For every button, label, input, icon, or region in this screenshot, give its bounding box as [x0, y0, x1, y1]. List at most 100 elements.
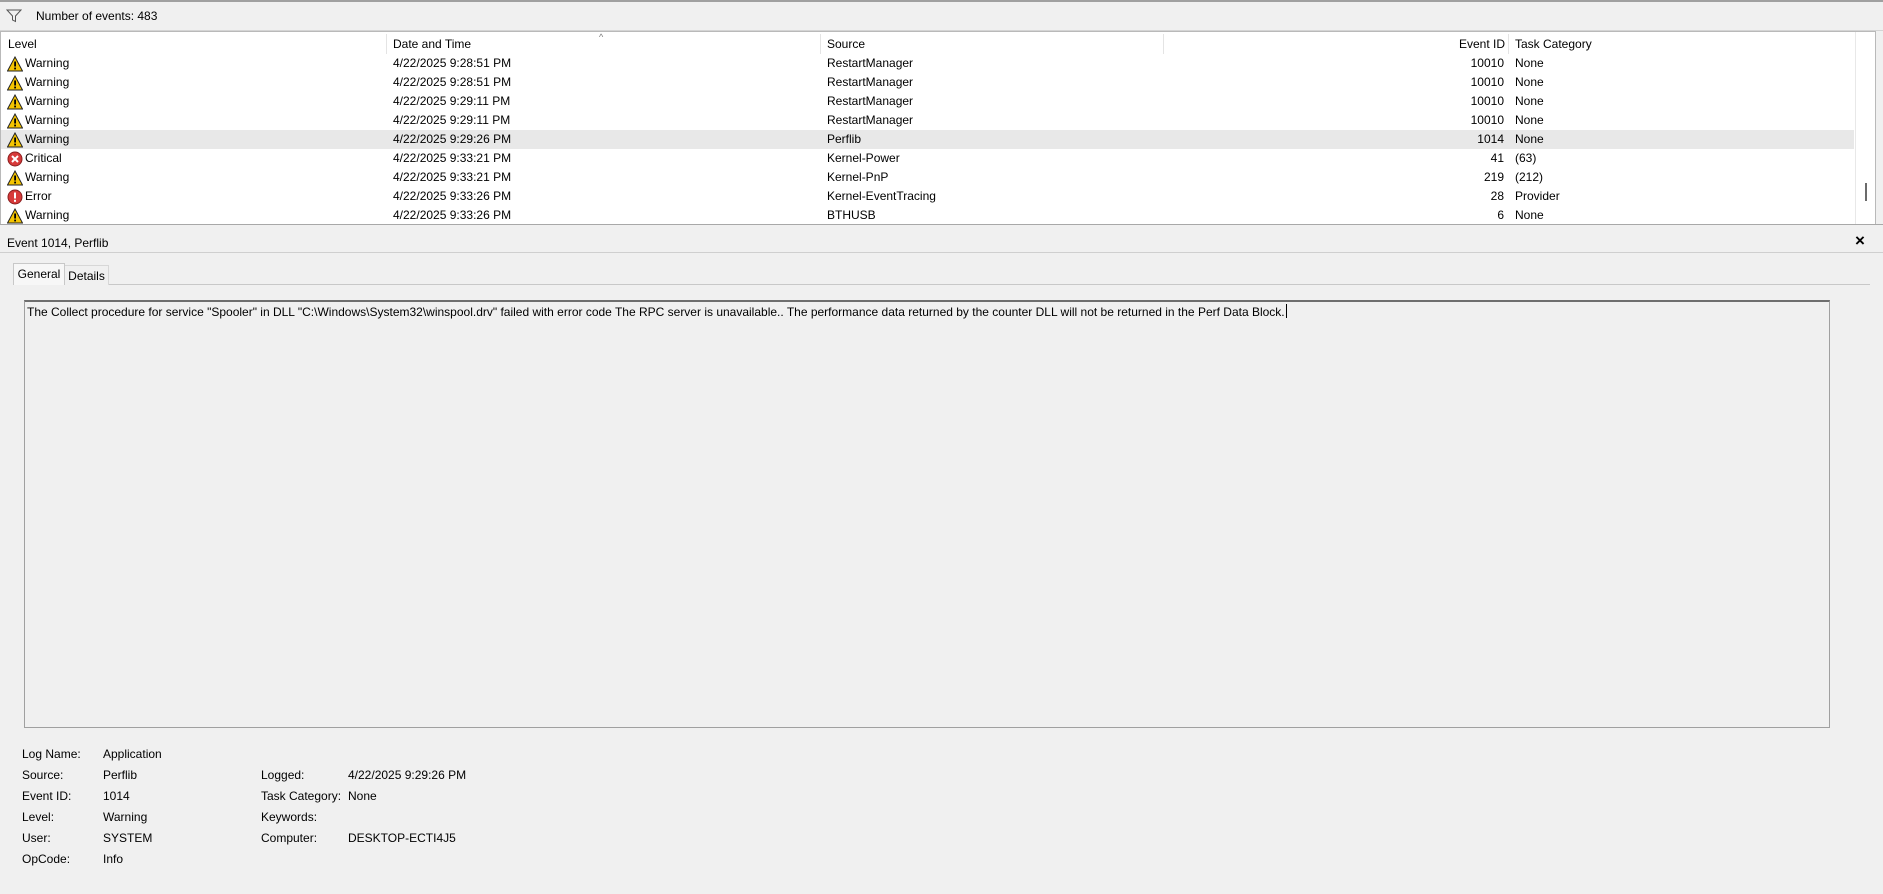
event-id-cell: 6: [1497, 208, 1504, 222]
source-value: Perflib: [103, 768, 138, 782]
task-category-value: None: [348, 789, 377, 803]
text-cursor: [1285, 304, 1287, 318]
divider: [0, 252, 1883, 253]
event-category-cell: None: [1515, 56, 1544, 70]
event-level-cell: Error: [25, 189, 52, 203]
event-id-cell: 41: [1490, 151, 1504, 165]
event-category-cell: (212): [1515, 170, 1544, 184]
event-date-cell: 4/22/2025 9:33:26 PM: [393, 189, 512, 203]
event-description-value: The Collect procedure for service "Spool…: [27, 305, 1285, 319]
event-count-label: Number of events: 483: [36, 9, 158, 23]
event-description-box[interactable]: [24, 300, 1830, 728]
logged-label: Logged:: [261, 768, 305, 782]
sort-ascending-icon: ^: [599, 32, 604, 42]
event-detail-title: Event 1014, Perflib: [7, 236, 109, 250]
tab-general[interactable]: General: [13, 263, 65, 285]
event-category-cell: None: [1515, 94, 1544, 108]
event-date-cell: 4/22/2025 9:33:21 PM: [393, 170, 512, 184]
column-header-row: Level Date and Time ^ Source Event ID Ta…: [1, 32, 1854, 54]
event-date-cell: 4/22/2025 9:33:21 PM: [393, 151, 512, 165]
close-icon[interactable]: ×: [1850, 231, 1870, 251]
event-date-cell: 4/22/2025 9:33:26 PM: [393, 208, 512, 222]
event-category-cell: None: [1515, 113, 1544, 127]
event-category-cell: None: [1515, 208, 1544, 222]
events-list[interactable]: Level Date and Time ^ Source Event ID Ta…: [0, 31, 1876, 225]
event-source-cell: BTHUSB: [827, 208, 876, 222]
event-id-value: 1014: [103, 789, 130, 803]
event-date-cell: 4/22/2025 9:29:26 PM: [393, 132, 512, 146]
events-summary-bar: Number of events: 483: [0, 2, 1883, 31]
event-category-cell: None: [1515, 132, 1544, 146]
events-list-scrollbar[interactable]: [1855, 32, 1875, 224]
level-value: Warning: [103, 810, 148, 824]
event-category-cell: (63): [1515, 151, 1537, 165]
event-level-cell: Warning: [25, 208, 70, 222]
critical-icon: [7, 151, 23, 167]
event-source-cell: Perflib: [827, 132, 862, 146]
table-row[interactable]: Critical 4/22/2025 9:33:21 PM Kernel-Power…: [1, 149, 1854, 168]
column-header-event-id[interactable]: Event ID: [1163, 32, 1505, 54]
event-description-text[interactable]: The Collect procedure for service "Spool…: [27, 304, 1287, 319]
event-level-cell: Warning: [25, 75, 70, 89]
error-icon: [7, 189, 23, 205]
warning-icon: [6, 112, 24, 129]
pane-splitter[interactable]: [0, 224, 1883, 233]
event-source-cell: RestartManager: [827, 113, 914, 127]
table-row[interactable]: Warning 4/22/2025 9:29:11 PM RestartManage…: [1, 92, 1854, 111]
table-row[interactable]: Warning 4/22/2025 9:28:51 PM RestartManage…: [1, 73, 1854, 92]
event-source-cell: RestartManager: [827, 56, 914, 70]
source-label: Source:: [22, 768, 64, 782]
warning-icon: [6, 74, 24, 91]
warning-icon: [6, 93, 24, 110]
computer-value: DESKTOP-ECTI4J5: [348, 831, 456, 845]
event-level-cell: Warning: [25, 56, 70, 70]
table-row[interactable]: Warning 4/22/2025 9:29:11 PM RestartManage…: [1, 111, 1854, 130]
user-value: SYSTEM: [103, 831, 153, 845]
event-category-cell: None: [1515, 75, 1544, 89]
log-name-label: Log Name:: [22, 747, 81, 761]
event-id-cell: 219: [1483, 170, 1504, 184]
table-row[interactable]: Warning 4/22/2025 9:28:51 PM RestartManage…: [1, 54, 1854, 73]
event-source-cell: Kernel-PnP: [827, 170, 889, 184]
event-level-cell: Warning: [25, 113, 70, 127]
log-name-value: Application: [103, 747, 162, 761]
computer-label: Computer:: [261, 831, 318, 845]
event-id-cell: 1014: [1477, 132, 1504, 146]
table-row[interactable]: Error 4/22/2025 9:33:26 PM Kernel-EventTra…: [1, 187, 1854, 206]
warning-icon: [6, 207, 24, 224]
warning-icon: [6, 169, 24, 186]
event-date-cell: 4/22/2025 9:28:51 PM: [393, 75, 512, 89]
event-date-cell: 4/22/2025 9:28:51 PM: [393, 56, 512, 70]
event-id-cell: 10010: [1470, 75, 1504, 89]
logged-value: 4/22/2025 9:29:26 PM: [348, 768, 467, 782]
filter-icon[interactable]: [6, 9, 22, 23]
table-row[interactable]: Warning 4/22/2025 9:29:26 PM Perflib 1014 No…: [1, 130, 1854, 149]
event-date-cell: 4/22/2025 9:29:11 PM: [393, 94, 511, 108]
column-header-task-category[interactable]: Task Category: [1508, 32, 1853, 54]
event-category-cell: Provider: [1515, 189, 1560, 203]
table-row[interactable]: Warning 4/22/2025 9:33:26 PM BTHUSB 6 None: [1, 206, 1854, 224]
task-category-label: Task Category:: [261, 789, 342, 803]
event-id-cell: 28: [1490, 189, 1504, 203]
level-label: Level:: [22, 810, 55, 824]
warning-icon: [6, 55, 24, 72]
event-source-cell: RestartManager: [827, 75, 914, 89]
column-header-level[interactable]: Level: [1, 32, 386, 54]
scrollbar-thumb[interactable]: [1865, 183, 1867, 201]
event-id-cell: 10010: [1470, 94, 1504, 108]
event-level-cell: Warning: [25, 94, 70, 108]
event-id-cell: 10010: [1470, 56, 1504, 70]
opcode-value: Info: [103, 852, 124, 866]
event-id-cell: 10010: [1470, 113, 1504, 127]
event-source-cell: RestartManager: [827, 94, 914, 108]
user-label: User:: [22, 831, 51, 845]
tab-details[interactable]: Details: [65, 265, 109, 285]
event-id-label: Event ID:: [22, 789, 72, 803]
event-date-cell: 4/22/2025 9:29:11 PM: [393, 113, 511, 127]
event-level-cell: Warning: [25, 132, 70, 146]
column-header-source[interactable]: Source: [820, 32, 1163, 54]
warning-icon: [6, 131, 24, 148]
table-row[interactable]: Warning 4/22/2025 9:33:21 PM Kernel-PnP 219…: [1, 168, 1854, 187]
event-source-cell: Kernel-Power: [827, 151, 900, 165]
opcode-label: OpCode:: [22, 852, 71, 866]
